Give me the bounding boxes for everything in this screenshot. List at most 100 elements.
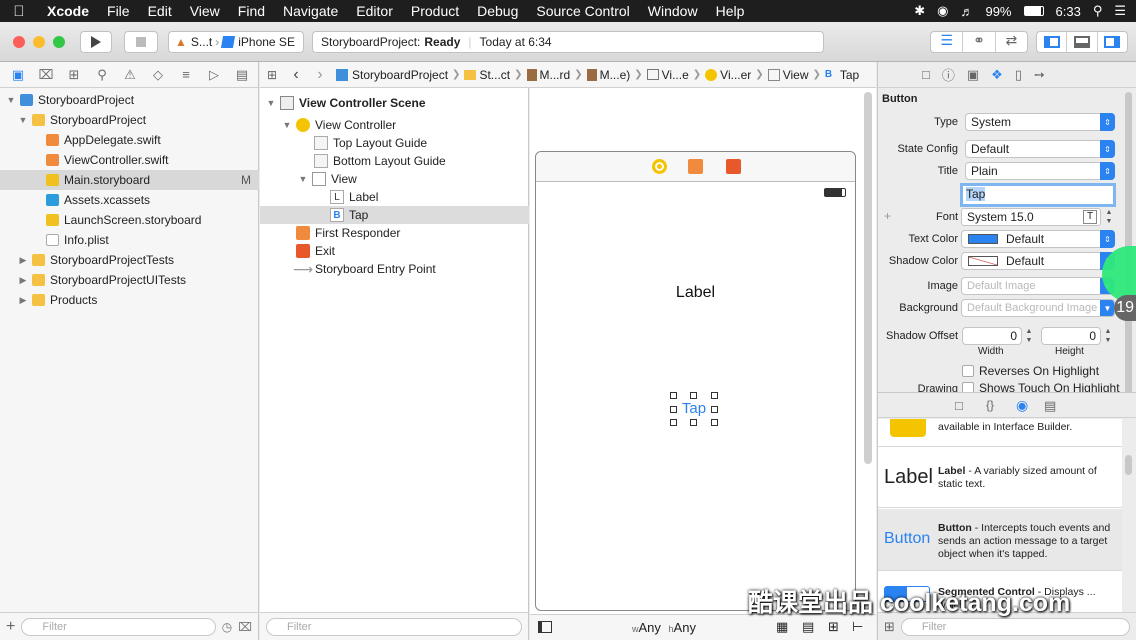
close-window-button[interactable] [13,36,25,48]
shadow-width-field[interactable]: 0 [962,327,1022,345]
canvas-vertical-scrollbar[interactable] [864,92,872,464]
shadow-height-field[interactable]: 0 [1041,327,1101,345]
menu-app[interactable]: Xcode [38,3,98,19]
menu-window[interactable]: Window [639,3,707,19]
apple-menu-icon[interactable]:  [0,3,38,20]
view-controller-frame[interactable]: Label Tap [535,151,856,611]
symbol-navigator-icon[interactable]: ⊞ [64,67,84,83]
disclosure-open-icon[interactable]: ▼ [298,174,308,184]
test-navigator-icon[interactable]: ◇ [148,67,168,83]
outline-top-layout-guide[interactable]: Top Layout Guide [260,134,529,152]
utilities-toggle-icon[interactable] [1098,32,1127,52]
exit-dock-icon[interactable] [726,159,741,174]
library-item-button[interactable]: Button Button - Intercepts touch events … [878,509,1122,571]
view-controller-dock-icon[interactable] [652,159,667,174]
tree-item-appdelegate[interactable]: AppDelegate.swift [0,130,259,150]
minimize-window-button[interactable] [33,36,45,48]
pin-icon[interactable]: ⊞ [828,619,839,635]
outline-scene[interactable]: ▼ View Controller Scene [260,94,529,112]
type-popup[interactable]: System ⇕ [965,113,1115,131]
attributes-inspector-icon[interactable]: ❖ [991,67,1003,83]
outline-label-item[interactable]: L Label [260,188,529,206]
navigator-filter-input[interactable]: Filter [21,617,216,636]
font-picker-icon[interactable]: T [1083,210,1097,224]
resolve-icon[interactable]: ⊢ [852,619,863,635]
back-icon[interactable]: ‹ [284,66,308,84]
tree-item-project[interactable]: ▼ StoryboardProject [0,90,259,110]
outline-filter-input[interactable]: Filter [266,617,522,636]
crumb-group[interactable]: St...ct [460,68,514,82]
volume-icon[interactable]: ♬ [960,4,973,19]
identity-inspector-icon[interactable]: ▣ [967,67,979,83]
resize-handle[interactable] [690,392,697,399]
text-color-popup[interactable]: Default ⇕ [961,230,1115,248]
crumb-button[interactable]: B Tap [821,68,863,82]
disclosure-closed-icon[interactable]: ▶ [18,255,28,266]
canvas-label[interactable]: Label [536,284,855,302]
crumb-scene[interactable]: Vi...e [643,68,693,82]
outline-entry-point[interactable]: ⟶ Storyboard Entry Point [260,260,529,278]
file-inspector-icon[interactable]: □ [922,67,930,82]
font-field[interactable]: System 15.0 T [961,208,1101,226]
issue-navigator-icon[interactable]: ⚠ [120,67,140,83]
battery-percent[interactable]: 99% [985,4,1011,19]
clock[interactable]: 6:33 [1056,4,1081,19]
add-variation-icon[interactable]: + [884,209,891,223]
crumb-view[interactable]: View [764,68,813,82]
navigator-toggle-icon[interactable] [1037,32,1068,52]
canvas-tap-button[interactable]: Tap [670,392,718,426]
disclosure-open-icon[interactable]: ▼ [266,98,276,108]
menu-debug[interactable]: Debug [468,3,527,19]
outline-toggle-icon[interactable] [538,621,552,633]
outline-first-responder[interactable]: First Responder [260,224,529,242]
disclosure-open-icon[interactable]: ▼ [18,115,28,125]
resize-handle[interactable] [670,419,677,426]
notification-center-icon[interactable]: ☰ [1114,3,1126,19]
scm-filter-icon[interactable]: ⌧ [238,620,252,634]
outline-tap-button[interactable]: B Tap [260,206,529,224]
bluetooth-icon[interactable]: ✱ [914,3,925,19]
recent-files-icon[interactable]: ◷ [222,620,232,634]
add-file-icon[interactable]: + [6,618,15,636]
assistant-editor-icon[interactable]: ⚭ [963,32,996,52]
library-item-label[interactable]: Label Label - A variably sized amount of… [878,448,1122,508]
resize-handle[interactable] [690,419,697,426]
media-library-icon[interactable]: ▤ [1044,398,1056,414]
menu-edit[interactable]: Edit [139,3,181,19]
menu-source-control[interactable]: Source Control [527,3,638,19]
library-filter-input[interactable]: Filter [900,617,1130,636]
code-snippet-library-icon[interactable]: {} [986,398,994,412]
outline-view[interactable]: ▼ View [260,170,529,188]
size-class-control[interactable]: wAny hAny [632,620,696,635]
quick-help-icon[interactable]: ⓘ [942,65,955,84]
wifi-icon[interactable]: ◉ [937,3,948,19]
tree-item-uitests[interactable]: ▶ StoryboardProjectUITests [0,270,259,290]
menu-navigate[interactable]: Navigate [274,3,347,19]
library-item-previous[interactable]: available in Interface Builder. [878,419,1122,447]
file-template-library-icon[interactable]: □ [955,398,963,413]
crumb-view-controller[interactable]: Vi...er [701,68,755,82]
debug-area-toggle-icon[interactable] [1067,32,1098,52]
related-items-icon[interactable]: ⊞ [260,68,284,82]
tree-item-infoplist[interactable]: Info.plist [0,230,259,250]
scheme-selector[interactable]: ▲ S...t › iPhone SE [168,31,304,53]
reverses-on-highlight-checkbox[interactable]: Reverses On Highlight [962,364,1099,378]
menu-find[interactable]: Find [229,3,274,19]
menu-product[interactable]: Product [402,3,468,19]
connections-inspector-icon[interactable]: ➙ [1034,67,1045,83]
resize-handle[interactable] [670,392,677,399]
forward-icon[interactable]: › [308,66,332,84]
outline-view-controller[interactable]: ▼ View Controller [260,116,529,134]
title-text-field[interactable]: Tap [960,183,1116,207]
tree-item-tests[interactable]: ▶ StoryboardProjectTests [0,250,259,270]
disclosure-open-icon[interactable]: ▼ [6,95,16,105]
tree-item-products[interactable]: ▶ Products [0,290,259,310]
crumb-project[interactable]: StoryboardProject [332,68,452,82]
source-control-navigator-icon[interactable]: ⌧ [36,67,56,83]
shadow-height-stepper[interactable]: ▲ ▼ [1103,327,1113,345]
object-library-icon[interactable]: ◉ [1016,397,1028,414]
breakpoint-navigator-icon[interactable]: ▷ [204,67,224,83]
resize-handle[interactable] [711,419,718,426]
image-combo[interactable]: Default Image▼ [961,277,1115,295]
tree-item-viewcontroller[interactable]: ViewController.swift [0,150,259,170]
